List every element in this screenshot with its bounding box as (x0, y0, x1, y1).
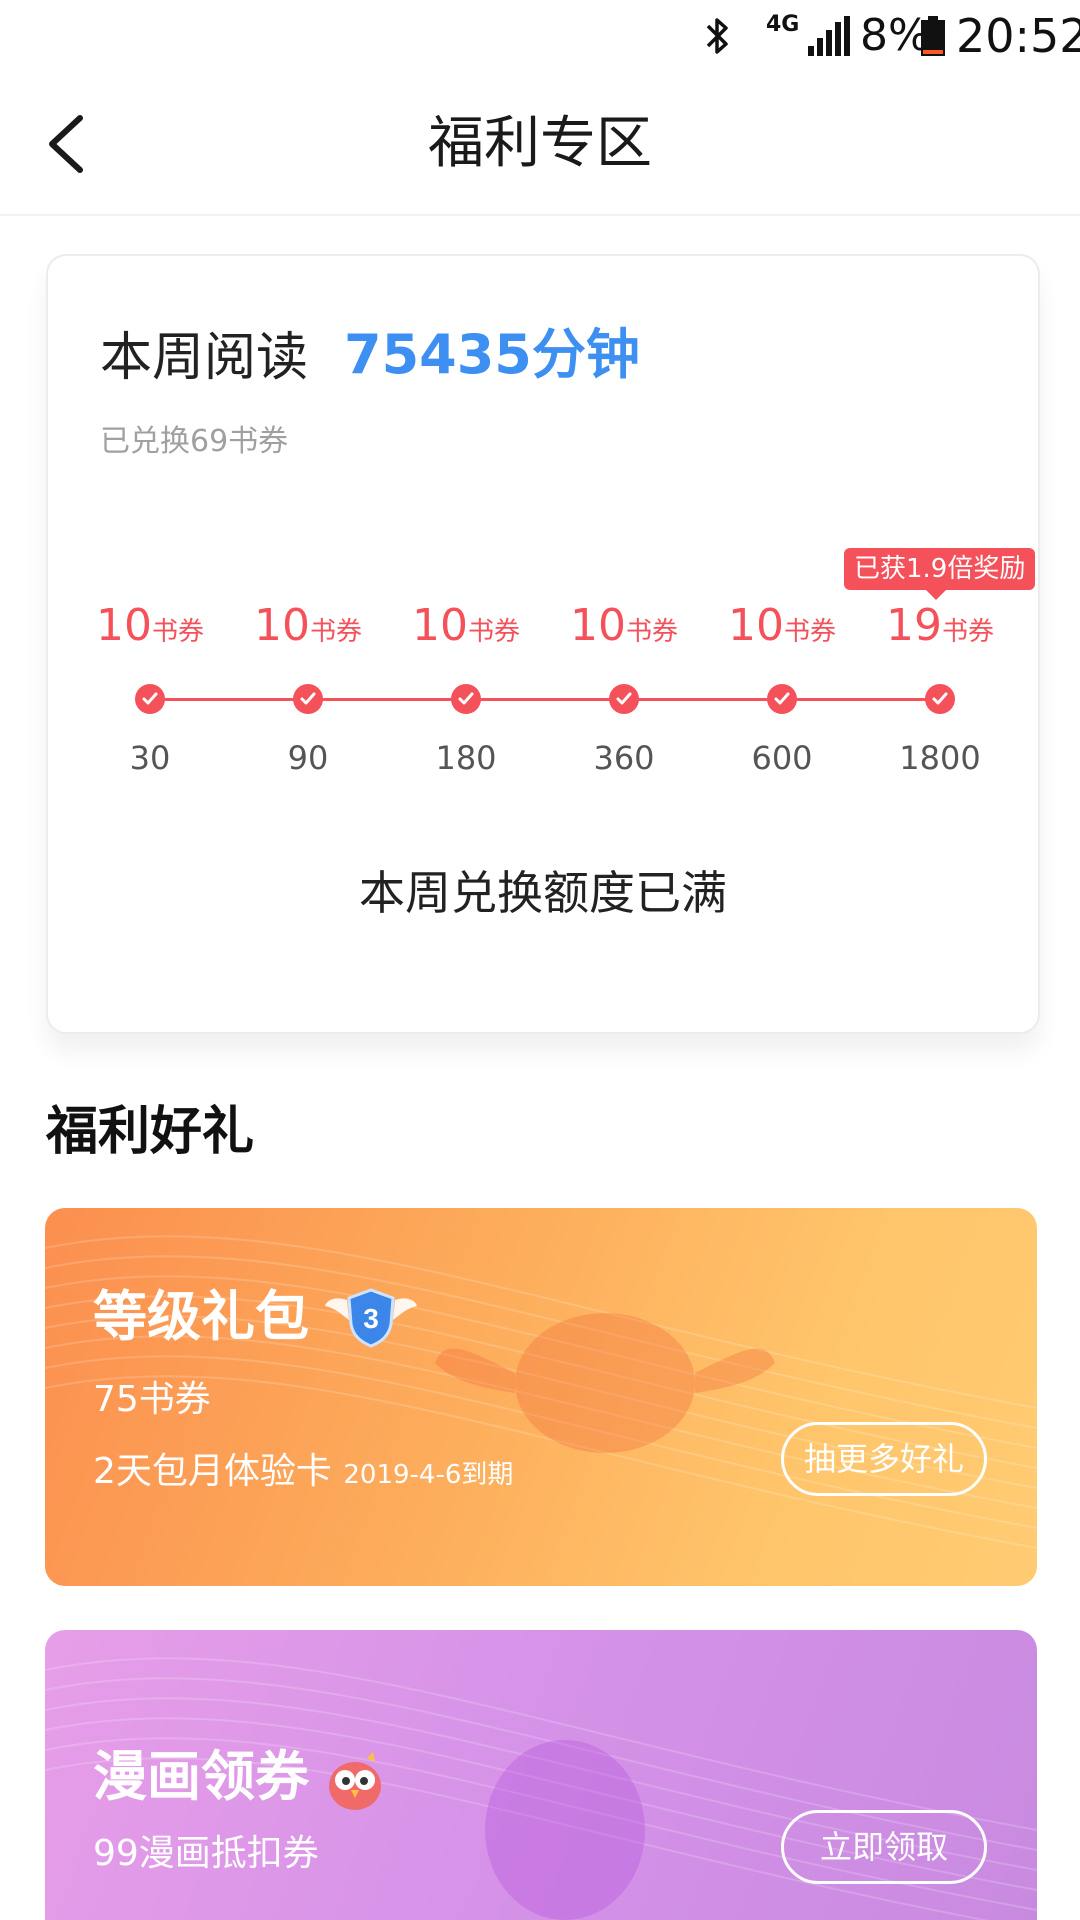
milestone-minutes: 360 (593, 739, 655, 777)
claim-now-button[interactable]: 立即领取 (781, 1810, 987, 1884)
clock: 20:52 (956, 9, 1080, 63)
milestone-minutes: 180 (435, 739, 497, 777)
progress-track (150, 698, 940, 701)
level-gift-card[interactable]: 等级礼包 3 75书券 2天包月体验卡 2019-4-6到期 抽更多好礼 (45, 1208, 1037, 1586)
bonus-multiplier-tag: 已获1.9倍奖励 (844, 548, 1036, 600)
owl-mascot-icon (329, 1752, 381, 1810)
comic-coupon-title: 漫画领券 (93, 1745, 309, 1808)
milestone-reward: 10书券 (569, 600, 678, 651)
weekly-reading-card: 本周阅读 75435分钟 已兑换69书券 已获1.9倍奖励 10书券 10书券 … (46, 254, 1040, 1034)
check-icon (135, 684, 165, 714)
milestone-reward: 10书券 (411, 600, 520, 651)
exchanged-coupons-text: 已兑换69书券 (100, 424, 289, 459)
milestone-reward: 10书券 (727, 600, 836, 651)
weekly-reading-minutes: 75435分钟 (344, 323, 640, 386)
battery-icon (921, 16, 945, 56)
level-gift-coupons: 75书券 (93, 1379, 211, 1420)
milestone-reward: 10书券 (95, 600, 204, 651)
signal-icon (808, 16, 850, 56)
app-header: 福利专区 (0, 72, 1080, 216)
milestone-minutes: 1800 (899, 739, 981, 777)
check-icon (925, 684, 955, 714)
comic-coupon-card[interactable]: 漫画领券 99漫画抵扣券 立即领取 (45, 1630, 1037, 1920)
level-gift-vip-card: 2天包月体验卡 2019-4-6到期 (93, 1451, 514, 1492)
quota-status-text: 本周兑换额度已满 (359, 866, 727, 920)
level-gift-title: 等级礼包 (93, 1285, 309, 1348)
bluetooth-icon (706, 18, 728, 54)
check-icon (767, 684, 797, 714)
network-type: 4G (766, 12, 800, 37)
milestone-minutes: 600 (751, 739, 813, 777)
section-title: 福利好礼 (46, 1102, 255, 1162)
milestone-minutes: 30 (129, 739, 171, 777)
milestone-minutes: 90 (287, 739, 329, 777)
check-icon (609, 684, 639, 714)
svg-text:3: 3 (363, 1303, 379, 1334)
level-3-badge-icon: 3 (325, 1288, 417, 1348)
check-icon (451, 684, 481, 714)
page-title: 福利专区 (428, 111, 652, 176)
weekly-reading-label: 本周阅读 (100, 328, 309, 388)
check-icon (293, 684, 323, 714)
milestone-reward: 10书券 (253, 600, 362, 651)
status-bar: 4G 8% 20:52 (0, 0, 1080, 72)
comic-coupon-count: 99漫画抵扣券 (93, 1833, 319, 1874)
milestone-reward: 19书券 (885, 600, 994, 651)
draw-more-gifts-button[interactable]: 抽更多好礼 (781, 1422, 987, 1496)
